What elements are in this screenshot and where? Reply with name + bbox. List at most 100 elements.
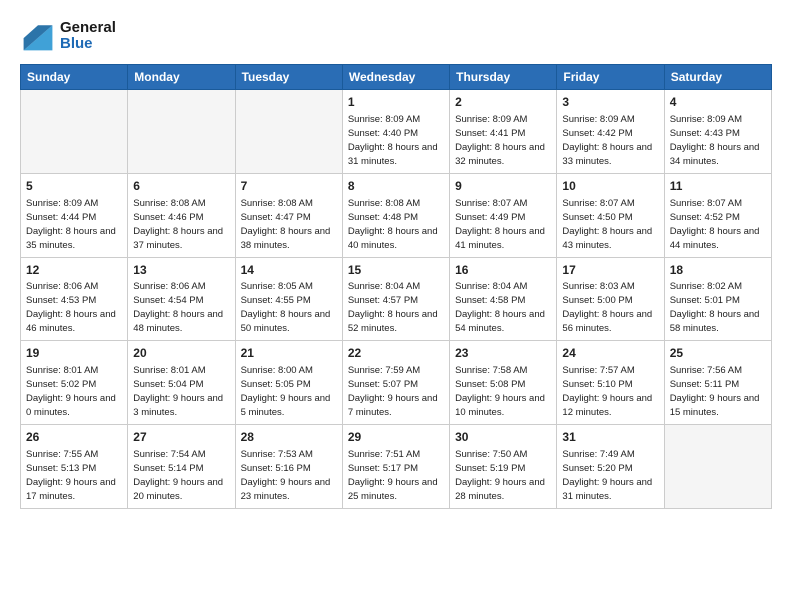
day-info: Sunrise: 7:59 AMSunset: 5:07 PMDaylight:…	[348, 365, 438, 418]
day-number: 12	[26, 262, 122, 279]
header: General Blue	[20, 18, 772, 54]
logo-blue: Blue	[60, 36, 116, 52]
calendar-cell: 14 Sunrise: 8:05 AMSunset: 4:55 PMDaylig…	[235, 257, 342, 341]
logo-svg	[20, 18, 56, 54]
day-number: 14	[241, 262, 337, 279]
day-number: 24	[562, 345, 658, 362]
logo: General Blue	[20, 18, 116, 54]
day-number: 13	[133, 262, 229, 279]
day-info: Sunrise: 8:08 AMSunset: 4:48 PMDaylight:…	[348, 198, 438, 251]
day-number: 19	[26, 345, 122, 362]
calendar-cell	[664, 425, 771, 509]
calendar-cell: 1 Sunrise: 8:09 AMSunset: 4:40 PMDayligh…	[342, 90, 449, 174]
calendar-cell: 7 Sunrise: 8:08 AMSunset: 4:47 PMDayligh…	[235, 173, 342, 257]
calendar-cell: 26 Sunrise: 7:55 AMSunset: 5:13 PMDaylig…	[21, 425, 128, 509]
day-number: 29	[348, 429, 444, 446]
day-number: 15	[348, 262, 444, 279]
day-number: 17	[562, 262, 658, 279]
calendar-cell: 9 Sunrise: 8:07 AMSunset: 4:49 PMDayligh…	[450, 173, 557, 257]
day-info: Sunrise: 8:08 AMSunset: 4:46 PMDaylight:…	[133, 198, 223, 251]
day-number: 20	[133, 345, 229, 362]
day-info: Sunrise: 8:07 AMSunset: 4:50 PMDaylight:…	[562, 198, 652, 251]
day-number: 21	[241, 345, 337, 362]
day-number: 25	[670, 345, 766, 362]
day-number: 10	[562, 178, 658, 195]
calendar-cell: 20 Sunrise: 8:01 AMSunset: 5:04 PMDaylig…	[128, 341, 235, 425]
day-info: Sunrise: 8:02 AMSunset: 5:01 PMDaylight:…	[670, 281, 760, 334]
day-number: 8	[348, 178, 444, 195]
calendar-cell: 31 Sunrise: 7:49 AMSunset: 5:20 PMDaylig…	[557, 425, 664, 509]
calendar-cell: 15 Sunrise: 8:04 AMSunset: 4:57 PMDaylig…	[342, 257, 449, 341]
calendar-cell	[21, 90, 128, 174]
day-number: 31	[562, 429, 658, 446]
calendar-cell: 25 Sunrise: 7:56 AMSunset: 5:11 PMDaylig…	[664, 341, 771, 425]
day-number: 6	[133, 178, 229, 195]
day-info: Sunrise: 8:04 AMSunset: 4:57 PMDaylight:…	[348, 281, 438, 334]
calendar-cell: 3 Sunrise: 8:09 AMSunset: 4:42 PMDayligh…	[557, 90, 664, 174]
calendar-cell: 11 Sunrise: 8:07 AMSunset: 4:52 PMDaylig…	[664, 173, 771, 257]
day-number: 1	[348, 94, 444, 111]
day-info: Sunrise: 8:01 AMSunset: 5:02 PMDaylight:…	[26, 365, 116, 418]
day-info: Sunrise: 8:03 AMSunset: 5:00 PMDaylight:…	[562, 281, 652, 334]
day-info: Sunrise: 8:01 AMSunset: 5:04 PMDaylight:…	[133, 365, 223, 418]
day-info: Sunrise: 8:09 AMSunset: 4:42 PMDaylight:…	[562, 114, 652, 167]
calendar-week-5: 26 Sunrise: 7:55 AMSunset: 5:13 PMDaylig…	[21, 425, 772, 509]
day-number: 2	[455, 94, 551, 111]
calendar-cell: 27 Sunrise: 7:54 AMSunset: 5:14 PMDaylig…	[128, 425, 235, 509]
day-number: 4	[670, 94, 766, 111]
day-header-wednesday: Wednesday	[342, 65, 449, 90]
day-number: 11	[670, 178, 766, 195]
calendar-cell: 2 Sunrise: 8:09 AMSunset: 4:41 PMDayligh…	[450, 90, 557, 174]
day-info: Sunrise: 8:05 AMSunset: 4:55 PMDaylight:…	[241, 281, 331, 334]
day-info: Sunrise: 7:50 AMSunset: 5:19 PMDaylight:…	[455, 449, 545, 502]
calendar: SundayMondayTuesdayWednesdayThursdayFrid…	[20, 64, 772, 509]
calendar-cell: 21 Sunrise: 8:00 AMSunset: 5:05 PMDaylig…	[235, 341, 342, 425]
calendar-cell: 12 Sunrise: 8:06 AMSunset: 4:53 PMDaylig…	[21, 257, 128, 341]
calendar-cell: 29 Sunrise: 7:51 AMSunset: 5:17 PMDaylig…	[342, 425, 449, 509]
day-number: 30	[455, 429, 551, 446]
day-info: Sunrise: 8:08 AMSunset: 4:47 PMDaylight:…	[241, 198, 331, 251]
day-info: Sunrise: 7:49 AMSunset: 5:20 PMDaylight:…	[562, 449, 652, 502]
calendar-cell: 28 Sunrise: 7:53 AMSunset: 5:16 PMDaylig…	[235, 425, 342, 509]
calendar-cell: 30 Sunrise: 7:50 AMSunset: 5:19 PMDaylig…	[450, 425, 557, 509]
calendar-cell	[235, 90, 342, 174]
calendar-cell: 13 Sunrise: 8:06 AMSunset: 4:54 PMDaylig…	[128, 257, 235, 341]
day-number: 9	[455, 178, 551, 195]
day-info: Sunrise: 8:09 AMSunset: 4:40 PMDaylight:…	[348, 114, 438, 167]
calendar-cell: 5 Sunrise: 8:09 AMSunset: 4:44 PMDayligh…	[21, 173, 128, 257]
day-number: 28	[241, 429, 337, 446]
calendar-cell: 4 Sunrise: 8:09 AMSunset: 4:43 PMDayligh…	[664, 90, 771, 174]
day-info: Sunrise: 8:06 AMSunset: 4:53 PMDaylight:…	[26, 281, 116, 334]
calendar-cell: 19 Sunrise: 8:01 AMSunset: 5:02 PMDaylig…	[21, 341, 128, 425]
calendar-week-2: 5 Sunrise: 8:09 AMSunset: 4:44 PMDayligh…	[21, 173, 772, 257]
day-info: Sunrise: 7:57 AMSunset: 5:10 PMDaylight:…	[562, 365, 652, 418]
day-header-tuesday: Tuesday	[235, 65, 342, 90]
day-number: 22	[348, 345, 444, 362]
logo-general: General	[60, 20, 116, 36]
calendar-cell	[128, 90, 235, 174]
day-header-saturday: Saturday	[664, 65, 771, 90]
day-info: Sunrise: 8:09 AMSunset: 4:44 PMDaylight:…	[26, 198, 116, 251]
day-info: Sunrise: 7:58 AMSunset: 5:08 PMDaylight:…	[455, 365, 545, 418]
day-number: 27	[133, 429, 229, 446]
calendar-cell: 16 Sunrise: 8:04 AMSunset: 4:58 PMDaylig…	[450, 257, 557, 341]
calendar-week-1: 1 Sunrise: 8:09 AMSunset: 4:40 PMDayligh…	[21, 90, 772, 174]
day-info: Sunrise: 7:54 AMSunset: 5:14 PMDaylight:…	[133, 449, 223, 502]
day-header-friday: Friday	[557, 65, 664, 90]
day-info: Sunrise: 7:51 AMSunset: 5:17 PMDaylight:…	[348, 449, 438, 502]
calendar-cell: 18 Sunrise: 8:02 AMSunset: 5:01 PMDaylig…	[664, 257, 771, 341]
day-info: Sunrise: 7:53 AMSunset: 5:16 PMDaylight:…	[241, 449, 331, 502]
calendar-week-3: 12 Sunrise: 8:06 AMSunset: 4:53 PMDaylig…	[21, 257, 772, 341]
day-number: 5	[26, 178, 122, 195]
calendar-cell: 6 Sunrise: 8:08 AMSunset: 4:46 PMDayligh…	[128, 173, 235, 257]
day-number: 7	[241, 178, 337, 195]
day-number: 26	[26, 429, 122, 446]
calendar-cell: 22 Sunrise: 7:59 AMSunset: 5:07 PMDaylig…	[342, 341, 449, 425]
day-info: Sunrise: 8:09 AMSunset: 4:43 PMDaylight:…	[670, 114, 760, 167]
calendar-cell: 23 Sunrise: 7:58 AMSunset: 5:08 PMDaylig…	[450, 341, 557, 425]
day-header-monday: Monday	[128, 65, 235, 90]
logo-text-block: General Blue	[60, 20, 116, 52]
day-number: 18	[670, 262, 766, 279]
day-info: Sunrise: 7:56 AMSunset: 5:11 PMDaylight:…	[670, 365, 760, 418]
page: General Blue SundayMondayTuesdayWednesda…	[0, 0, 792, 612]
